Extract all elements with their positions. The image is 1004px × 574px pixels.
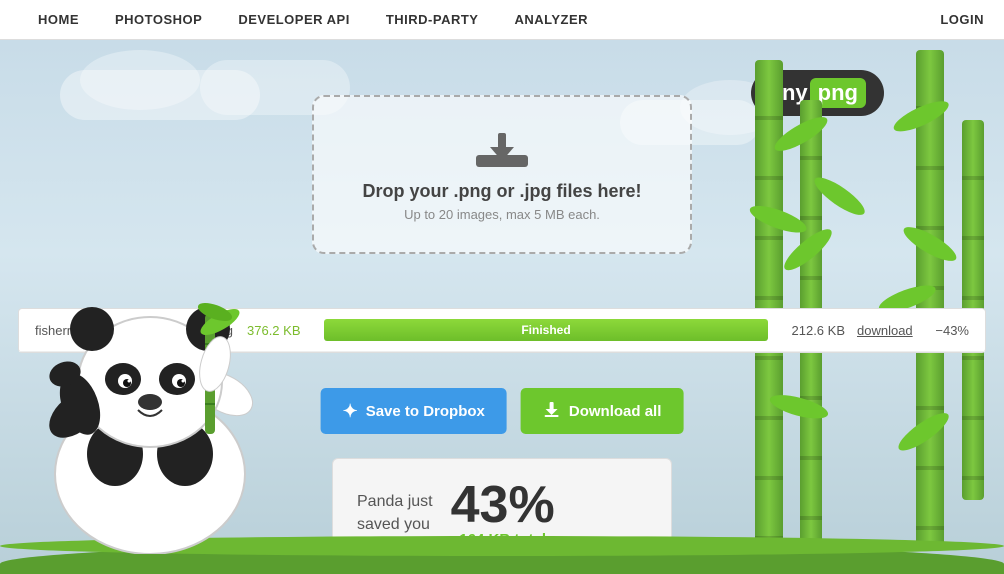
nav-home[interactable]: HOME	[20, 0, 97, 40]
cloud-2	[80, 50, 200, 110]
savings-line2: saved you	[357, 516, 430, 533]
save-to-dropbox-label: Save to Dropbox	[366, 403, 485, 420]
panda	[20, 234, 260, 554]
savings-text-block: Panda just saved you	[357, 491, 433, 536]
download-link[interactable]: download	[857, 323, 917, 338]
download-all-icon	[543, 400, 561, 422]
drop-subtitle: Up to 20 images, max 5 MB each.	[334, 207, 670, 222]
file-savings: −43%	[929, 323, 969, 338]
dropbox-icon: ✦	[343, 401, 358, 422]
nav-developer-api[interactable]: DEVELOPER API	[220, 0, 367, 40]
progress-label: Finished	[521, 323, 570, 337]
drop-title: Drop your .png or .jpg files here!	[334, 181, 670, 202]
savings-percentage: 43%	[451, 479, 555, 531]
nav-third-party[interactable]: THIRD-PARTY	[368, 0, 497, 40]
save-to-dropbox-button[interactable]: ✦ Save to Dropbox	[321, 388, 507, 434]
download-all-label: Download all	[569, 403, 662, 420]
login-button[interactable]: LOGIN	[940, 12, 984, 27]
action-buttons: ✦ Save to Dropbox Download all	[321, 388, 684, 434]
drop-zone[interactable]: Drop your .png or .jpg files here! Up to…	[312, 95, 692, 254]
drop-icon	[472, 127, 532, 171]
nav-analyzer[interactable]: ANALYZER	[496, 0, 606, 40]
nav-menu: HOME PHOTOSHOP DEVELOPER API THIRD-PARTY…	[20, 0, 606, 40]
download-all-button[interactable]: Download all	[521, 388, 684, 434]
nav-photoshop[interactable]: PHOTOSHOP	[97, 0, 220, 40]
file-size-compressed: 212.6 KB	[780, 323, 845, 338]
progress-bar: Finished	[324, 319, 768, 341]
progress-bar-fill: Finished	[324, 319, 768, 341]
main-background: tiny png	[0, 40, 1004, 574]
savings-line1: Panda just	[357, 493, 433, 510]
